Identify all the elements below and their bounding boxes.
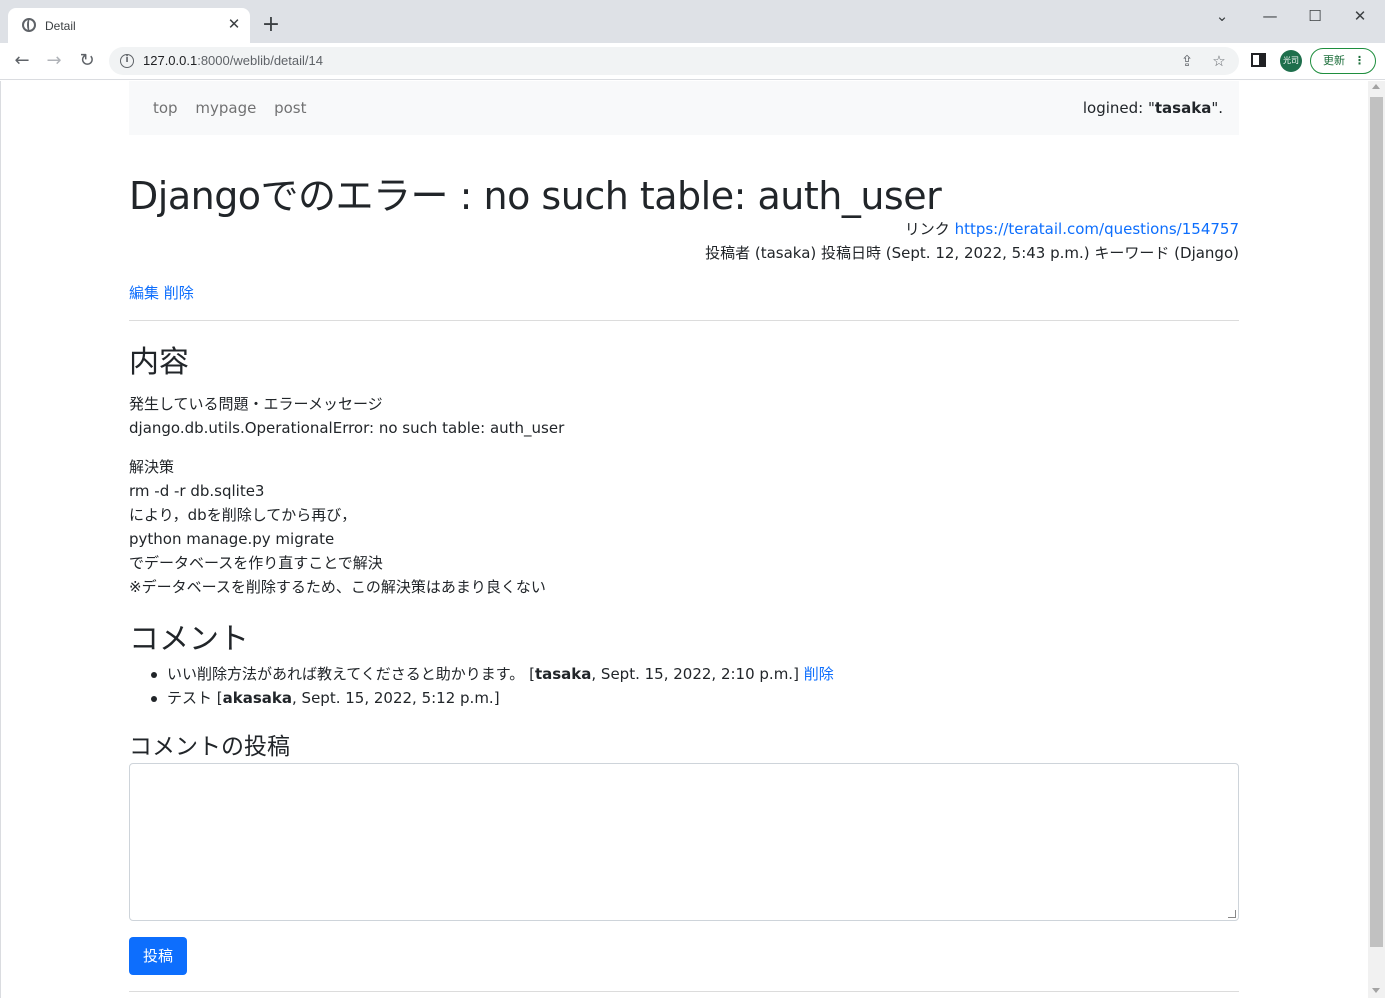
browser-toolbar: ← → ↻ i 127.0.0.1:8000/weblib/detail/14 … xyxy=(0,43,1385,80)
maximize-button[interactable]: ☐ xyxy=(1305,6,1325,26)
nav-link-post[interactable]: post xyxy=(274,99,306,117)
minimize-button[interactable]: — xyxy=(1260,6,1280,26)
comments-heading: コメント xyxy=(129,622,249,657)
login-username: tasaka xyxy=(1154,99,1212,117)
browser-tab[interactable]: Detail ✕ xyxy=(8,8,250,43)
share-icon[interactable]: ⇪ xyxy=(1177,51,1197,71)
tab-title: Detail xyxy=(45,19,76,33)
vertical-scrollbar[interactable] xyxy=(1368,81,1385,998)
comment-list: いい削除方法があれば教えてくださると助かります。 [tasaka, Sept. … xyxy=(149,662,834,710)
globe-icon xyxy=(22,18,36,32)
reference-link[interactable]: https://teratail.com/questions/154757 xyxy=(955,220,1239,238)
comment-textarea[interactable] xyxy=(129,763,1239,921)
new-tab-button[interactable]: + xyxy=(260,14,282,36)
page-title: Djangoでのエラー : no such table: auth_user xyxy=(129,174,942,218)
side-panel-icon[interactable] xyxy=(1251,53,1266,67)
address-bar[interactable]: i 127.0.0.1:8000/weblib/detail/14 ⇪ ☆ xyxy=(109,47,1239,75)
submit-comment-button[interactable]: 投稿 xyxy=(129,937,187,975)
comment-delete-link[interactable]: 削除 xyxy=(804,665,834,683)
back-arrow-icon[interactable]: ← xyxy=(10,49,34,73)
content-heading: 内容 xyxy=(129,345,189,380)
close-window-button[interactable]: ✕ xyxy=(1350,6,1370,26)
nav-link-top[interactable]: top xyxy=(153,99,178,117)
divider xyxy=(129,320,1239,321)
resize-handle[interactable] xyxy=(1228,910,1236,918)
comment-item: テスト [akasaka, Sept. 15, 2022, 5:12 p.m.] xyxy=(149,686,834,710)
reference-link-line: リンク https://teratail.com/questions/15475… xyxy=(904,220,1239,238)
login-status: logined: "tasaka". xyxy=(1082,99,1223,117)
scroll-down-icon[interactable] xyxy=(1372,988,1380,993)
edit-link[interactable]: 編集 xyxy=(129,284,159,302)
tab-bar: Detail ✕ + ⌄ — ☐ ✕ xyxy=(0,0,1385,43)
profile-avatar[interactable]: 光司 xyxy=(1280,50,1302,72)
reload-icon[interactable]: ↻ xyxy=(75,49,99,73)
post-meta: 投稿者 (tasaka) 投稿日時 (Sept. 12, 2022, 5:43 … xyxy=(705,244,1239,262)
comment-form-heading: コメントの投稿 xyxy=(129,734,290,760)
forward-arrow-icon[interactable]: → xyxy=(42,49,66,73)
url-text[interactable]: 127.0.0.1:8000/weblib/detail/14 xyxy=(143,53,323,68)
post-content: 発生している問題・エラーメッセージ django.db.utils.Operat… xyxy=(129,395,565,596)
page-container: top mypage post logined: "tasaka". Djang… xyxy=(129,81,1239,992)
scroll-up-icon[interactable] xyxy=(1372,84,1380,89)
tab-search-icon[interactable]: ⌄ xyxy=(1212,6,1232,26)
comment-item: いい削除方法があれば教えてくださると助かります。 [tasaka, Sept. … xyxy=(149,662,834,686)
window-edge xyxy=(0,81,1,998)
site-info-icon[interactable]: i xyxy=(120,54,134,68)
delete-link[interactable]: 削除 xyxy=(164,284,194,302)
bookmark-star-icon[interactable]: ☆ xyxy=(1209,51,1229,71)
nav-link-mypage[interactable]: mypage xyxy=(195,99,256,117)
update-button[interactable]: 更新 ⋮ xyxy=(1310,48,1376,74)
close-tab-icon[interactable]: ✕ xyxy=(226,16,242,32)
site-navbar: top mypage post logined: "tasaka". xyxy=(129,81,1239,135)
post-actions: 編集 削除 xyxy=(129,282,194,303)
divider xyxy=(129,991,1239,992)
menu-dots-icon: ⋮ xyxy=(1354,54,1365,67)
scroll-thumb[interactable] xyxy=(1370,97,1383,947)
